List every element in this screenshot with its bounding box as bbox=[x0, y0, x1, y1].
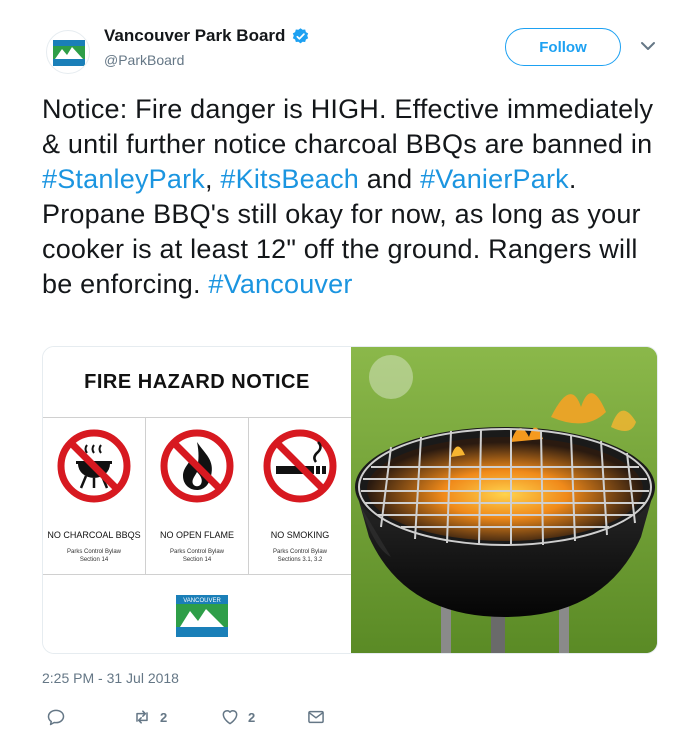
display-name[interactable]: Vancouver Park Board bbox=[104, 26, 310, 46]
tweet-media[interactable]: FIRE HAZARD NOTICE NO CHARCOAL BBQS Park… bbox=[42, 346, 658, 654]
notice-item-smoking: NO SMOKING Parks Control Bylaw Sections … bbox=[249, 418, 351, 574]
retweet-button[interactable]: 2 bbox=[132, 704, 167, 730]
tweet-text-segment: Notice: Fire danger is HIGH. Effective i… bbox=[42, 94, 654, 159]
bylaw-text: Parks Control Bylaw Sections 3.1, 3.2 bbox=[272, 549, 328, 563]
notice-item-label: NO CHARCOAL BBQS bbox=[47, 530, 141, 540]
avatar[interactable] bbox=[46, 30, 90, 74]
envelope-icon bbox=[308, 710, 324, 724]
reply-button[interactable] bbox=[46, 704, 66, 730]
tweet-text-segment: and bbox=[359, 164, 421, 194]
display-name-text[interactable]: Vancouver Park Board bbox=[104, 26, 285, 46]
bylaw-text: Parks Control Bylaw Section 14 bbox=[169, 549, 225, 563]
bylaw-text: Parks Control Bylaw Section 14 bbox=[66, 549, 122, 563]
notice-item-bylaw: Parks Control Bylaw Sections 3.1, 3.2 bbox=[249, 548, 351, 564]
vancouver-logo: VANCOUVER bbox=[176, 595, 228, 637]
no-open-flame-icon bbox=[160, 429, 234, 503]
follow-button[interactable]: Follow bbox=[505, 28, 621, 66]
notice-title: FIRE HAZARD NOTICE bbox=[84, 371, 310, 393]
notice-item-bylaw: Parks Control Bylaw Section 14 bbox=[43, 548, 145, 564]
tweet-header: Vancouver Park Board @ParkBoard Follow bbox=[42, 22, 662, 78]
park-board-logo bbox=[53, 40, 85, 66]
bbq-grill-illustration bbox=[351, 347, 657, 653]
handle[interactable]: @ParkBoard bbox=[104, 52, 310, 68]
notice-item-open-flame: NO OPEN FLAME Parks Control Bylaw Sectio… bbox=[146, 418, 249, 574]
no-charcoal-bbq-icon bbox=[57, 429, 131, 503]
like-button[interactable]: 2 bbox=[220, 704, 255, 730]
no-smoking-icon bbox=[263, 429, 337, 503]
direct-message-button[interactable] bbox=[306, 704, 326, 730]
hashtag-link[interactable]: #VanierPark bbox=[420, 164, 569, 194]
hashtag-link[interactable]: #KitsBeach bbox=[220, 164, 359, 194]
notice-item-bylaw: Parks Control Bylaw Section 14 bbox=[146, 548, 248, 564]
hashtag-link[interactable]: #StanleyPark bbox=[42, 164, 205, 194]
heart-icon bbox=[222, 710, 238, 725]
tweet-text: Notice: Fire danger is HIGH. Effective i… bbox=[42, 92, 662, 302]
retweet-count: 2 bbox=[160, 709, 168, 725]
reply-icon bbox=[47, 709, 65, 726]
notice-item-charcoal: NO CHARCOAL BBQS Parks Control Bylaw Sec… bbox=[43, 418, 146, 574]
bbq-grill-photo[interactable] bbox=[351, 347, 657, 653]
notice-grid: NO CHARCOAL BBQS Parks Control Bylaw Sec… bbox=[43, 417, 351, 575]
logo-text: VANCOUVER bbox=[183, 598, 221, 604]
notice-item-label: NO SMOKING bbox=[270, 530, 330, 540]
like-count: 2 bbox=[248, 709, 256, 725]
retweet-icon bbox=[136, 710, 148, 724]
tweet-actions: 2 2 bbox=[42, 704, 362, 730]
tweet-text-segment: , bbox=[205, 164, 221, 194]
chevron-down-icon[interactable] bbox=[640, 38, 656, 54]
verified-badge-icon bbox=[293, 27, 309, 43]
tweet-timestamp[interactable]: 2:25 PM - 31 Jul 2018 bbox=[42, 670, 179, 686]
fire-hazard-notice-image[interactable]: FIRE HAZARD NOTICE NO CHARCOAL BBQS Park… bbox=[43, 347, 351, 653]
notice-item-label: NO OPEN FLAME bbox=[159, 530, 234, 540]
hashtag-link[interactable]: #Vancouver bbox=[208, 269, 352, 299]
